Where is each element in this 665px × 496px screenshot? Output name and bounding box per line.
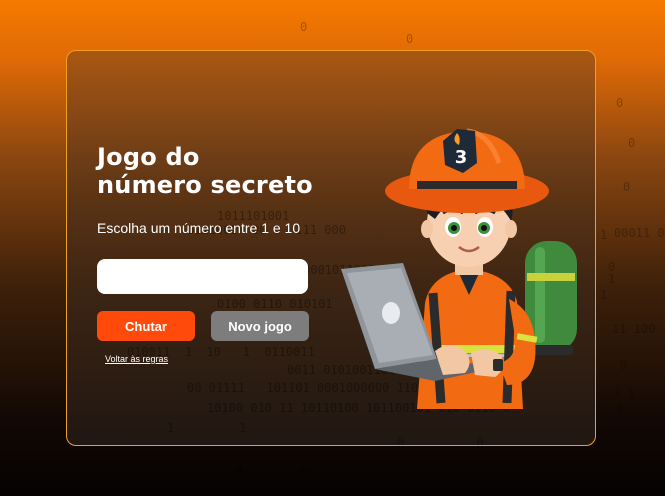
firefighter-illustration: 3 <box>341 128 577 409</box>
page-title: Jogo do número secreto <box>97 143 313 199</box>
game-card: 1011101001 0111001 00 0 111 000 01110000… <box>66 50 596 446</box>
back-to-rules-link[interactable]: Voltar às regras <box>105 354 168 364</box>
guess-input[interactable] <box>97 259 308 294</box>
helmet-badge-number: 3 <box>455 147 468 168</box>
title-line-2: número secreto <box>97 171 313 199</box>
title-line-1: Jogo do <box>97 143 200 171</box>
instruction-text: Escolha um número entre 1 e 10 <box>97 220 301 236</box>
new-game-button[interactable]: Novo jogo <box>211 311 309 341</box>
guess-button[interactable]: Chutar <box>97 311 195 341</box>
helmet-icon: 3 <box>385 128 549 213</box>
